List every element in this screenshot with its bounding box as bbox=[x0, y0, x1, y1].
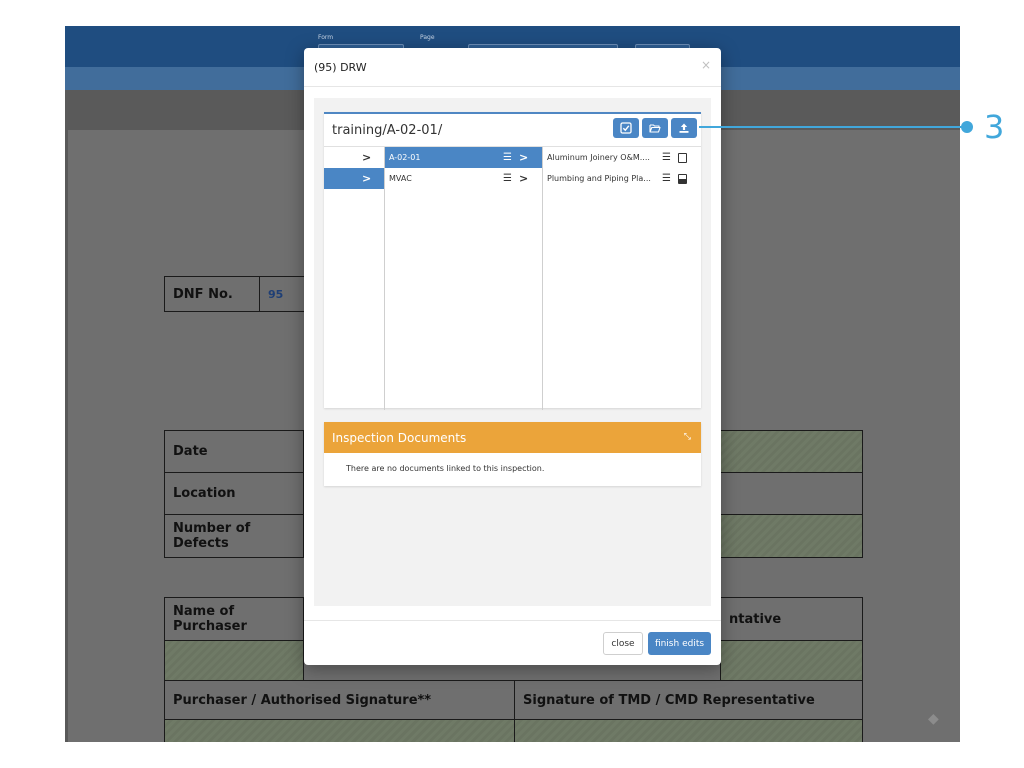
purchaser-signature-label-cell: Purchaser / Authorised Signature** bbox=[164, 680, 515, 720]
file-browser: training/A-02-01/ > > A-02-01 ☰ > MVAC ☰… bbox=[324, 112, 701, 410]
upload-button[interactable] bbox=[671, 118, 697, 138]
page-selector-label: Page bbox=[420, 34, 435, 41]
check-square-icon bbox=[620, 122, 632, 134]
callout-dot bbox=[961, 121, 973, 133]
list-item[interactable]: > bbox=[324, 147, 384, 168]
folder-label: MVAC bbox=[389, 174, 412, 183]
browser-column-2: A-02-01 ☰ > MVAC ☰ > bbox=[385, 147, 543, 410]
purchaser-signature-label: Purchaser / Authorised Signature** bbox=[173, 692, 432, 708]
dnf-label-cell: DNF No. bbox=[164, 276, 260, 312]
finish-edits-button[interactable]: finish edits bbox=[648, 632, 711, 655]
representative-label: ntative bbox=[729, 611, 782, 627]
defects-label-cell: Number of Defects bbox=[164, 514, 304, 558]
file-label: Plumbing and Piping Pla... bbox=[547, 174, 651, 183]
close-icon[interactable]: × bbox=[701, 58, 711, 72]
inspection-documents-header: Inspection Documents ⤡ bbox=[324, 422, 701, 453]
open-folder-button[interactable] bbox=[642, 118, 668, 138]
dialog-header: (95) DRW × bbox=[304, 48, 721, 87]
folder-item[interactable]: MVAC ☰ > bbox=[385, 168, 542, 189]
location-label: Location bbox=[173, 486, 236, 501]
close-button[interactable]: close bbox=[603, 632, 643, 655]
tmd-signature-field[interactable] bbox=[514, 719, 863, 742]
browser-column-3: Aluminum Joinery O&M.... ☰ Plumbing and … bbox=[543, 147, 701, 410]
folder-label: A-02-01 bbox=[389, 153, 421, 162]
date-input-cell[interactable] bbox=[720, 430, 863, 473]
upload-icon bbox=[679, 123, 689, 133]
folder-open-icon bbox=[649, 124, 661, 133]
tag-icon[interactable]: ◆ bbox=[928, 712, 942, 726]
date-label-cell: Date bbox=[164, 430, 304, 473]
image-file-icon bbox=[678, 173, 687, 184]
form-selector-label: Form bbox=[318, 34, 334, 41]
defects-input-cell[interactable] bbox=[720, 514, 863, 558]
defects-label: Number of Defects bbox=[173, 521, 251, 551]
file-label: Aluminum Joinery O&M.... bbox=[547, 153, 650, 162]
purchaser-name-input[interactable] bbox=[164, 640, 304, 681]
location-input-cell[interactable] bbox=[720, 472, 863, 515]
empty-message: There are no documents linked to this in… bbox=[346, 464, 545, 473]
browser-column-1: > > bbox=[324, 147, 385, 410]
dnf-label: DNF No. bbox=[173, 286, 233, 302]
purchaser-name-label-cell: Name of Purchaser bbox=[164, 597, 304, 641]
file-item[interactable]: Aluminum Joinery O&M.... ☰ bbox=[543, 147, 700, 168]
representative-label-cell: ntative bbox=[720, 597, 863, 641]
document-dialog: (95) DRW × training/A-02-01/ > > A-02-01… bbox=[304, 48, 721, 665]
folder-item[interactable]: A-02-01 ☰ > bbox=[385, 147, 542, 168]
chevron-right-icon: > bbox=[362, 151, 372, 164]
tmd-signature-label: Signature of TMD / CMD Representative bbox=[523, 692, 815, 708]
tmd-signature-label-cell: Signature of TMD / CMD Representative bbox=[514, 680, 863, 720]
chevron-right-icon[interactable]: > bbox=[519, 151, 528, 164]
purchaser-name-label: Name of Purchaser bbox=[173, 604, 247, 634]
purchaser-signature-field[interactable] bbox=[164, 719, 515, 742]
select-all-button[interactable] bbox=[613, 118, 639, 138]
dialog-title: (95) DRW bbox=[314, 61, 367, 74]
dialog-footer: close finish edits bbox=[304, 620, 721, 665]
inspection-documents-title: Inspection Documents bbox=[332, 430, 467, 445]
browser-columns: > > A-02-01 ☰ > MVAC ☰ > Aluminum Joiner… bbox=[324, 146, 701, 410]
current-path: training/A-02-01/ bbox=[332, 123, 443, 138]
expand-icon[interactable]: ⤡ bbox=[684, 432, 691, 442]
dnf-value: 95 bbox=[268, 287, 284, 301]
dnf-value-cell[interactable]: 95 bbox=[259, 276, 309, 312]
callout-number: 3 bbox=[984, 108, 1005, 146]
menu-icon[interactable]: ☰ bbox=[662, 173, 671, 184]
chevron-right-icon[interactable]: > bbox=[519, 172, 528, 185]
menu-icon[interactable]: ☰ bbox=[503, 173, 512, 184]
representative-name-input[interactable] bbox=[720, 640, 863, 681]
menu-icon[interactable]: ☰ bbox=[662, 152, 671, 163]
pdf-file-icon bbox=[678, 152, 687, 163]
chevron-right-icon: > bbox=[362, 172, 372, 185]
date-label: Date bbox=[173, 444, 208, 459]
menu-icon[interactable]: ☰ bbox=[503, 152, 512, 163]
inspection-documents-panel: Inspection Documents ⤡ There are no docu… bbox=[324, 422, 701, 486]
file-item[interactable]: Plumbing and Piping Pla... ☰ bbox=[543, 168, 700, 189]
location-label-cell: Location bbox=[164, 472, 304, 515]
list-item[interactable]: > bbox=[324, 168, 384, 189]
callout-line bbox=[699, 126, 967, 128]
dialog-body: training/A-02-01/ > > A-02-01 ☰ > MVAC ☰… bbox=[314, 98, 711, 606]
